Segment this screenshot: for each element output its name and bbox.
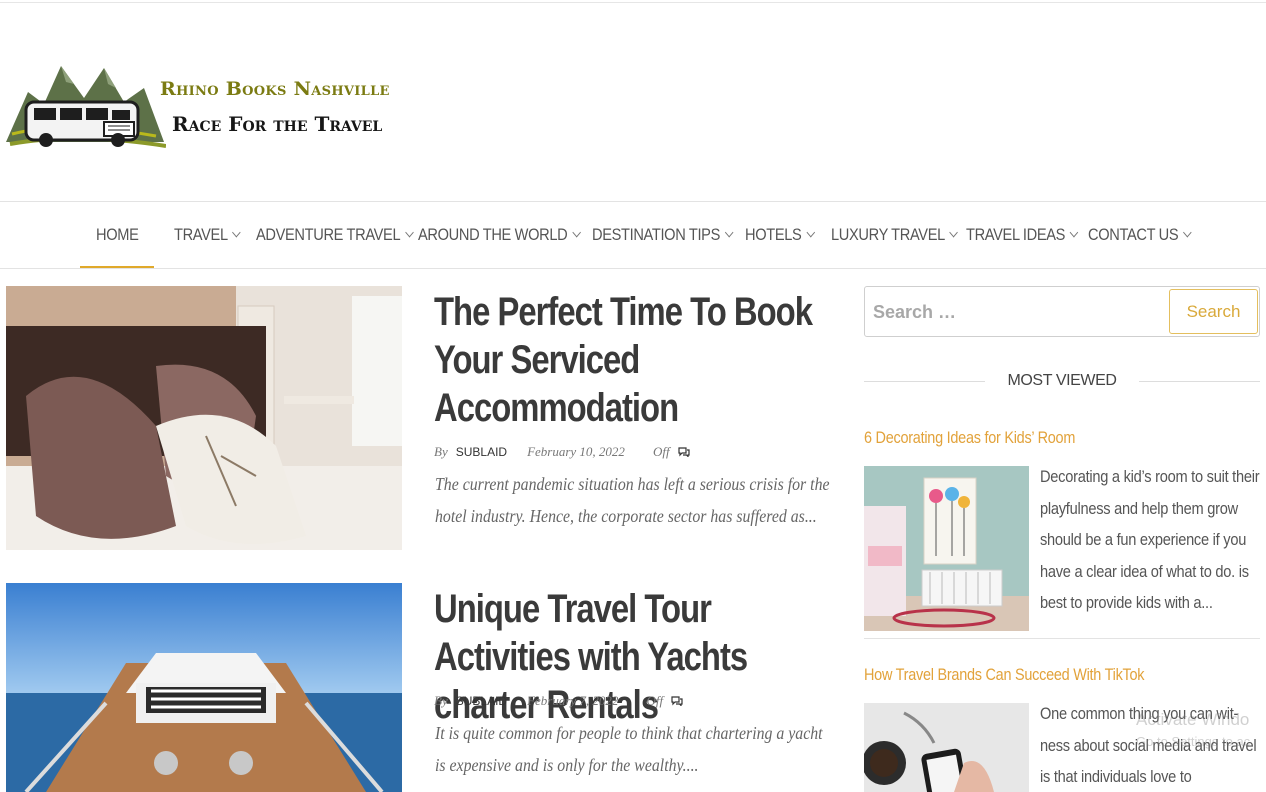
nav-item-hotels[interactable]: HOTELS [745,202,815,268]
nav-item-home-label: HOME [96,225,139,244]
nav-item-travel-ideas-label: TRAVEL IDEAS [966,225,1066,244]
nav-item-destination-tips[interactable]: DESTINATION TIPS [592,202,734,268]
chevron-down-icon [232,227,242,238]
os-activation-watermark: Activate Windo [1136,710,1250,729]
nav-item-travel-ideas[interactable]: TRAVEL IDEAS [966,202,1079,268]
post-2-author-link[interactable]: SUBLAID [456,694,507,708]
most-viewed-item-2-title[interactable]: How Travel Brands Can Succeed With TikTo… [864,665,1145,685]
chevron-down-icon [1183,227,1192,238]
nav-item-destination-tips-label: DESTINATION TIPS [592,225,720,244]
top-divider [0,2,1266,3]
nav-item-luxury-travel[interactable]: LUXURY TRAVEL [831,202,959,268]
nav-item-adventure-travel-label: ADVENTURE TRAVEL [256,225,401,244]
os-activation-watermark-subtext: Go to Settings to ac [1136,734,1251,749]
comments-icon [671,696,683,706]
comments-icon [677,447,690,457]
post-1-comments-status: Off [652,444,670,459]
yacht-photo [6,583,402,792]
nav-item-hotels-label: HOTELS [745,225,802,244]
site-title-line2: Race For the Travel [172,112,383,136]
post-2-thumbnail[interactable] [6,583,402,792]
post-1-excerpt: The current pandemic situation has left … [435,474,830,526]
kids-room-photo [864,466,1029,631]
bedroom-photo [6,286,402,550]
site-logo[interactable]: Rhino Books Nashville Race For the Trave… [6,62,446,150]
chevron-down-icon [724,227,734,238]
chevron-down-icon [572,227,581,238]
post-1-date: February 10, 2022 [527,444,625,459]
main-navigation: HOME TRAVEL ADVENTURE TRAVEL AROUND THE … [0,201,1266,269]
post-2-comments-status: Off [646,693,664,708]
logo-mountain-limo-icon [6,66,166,148]
most-viewed-item-1-excerpt: Decorating a kid’s room to suit their pl… [1040,467,1260,613]
nav-active-indicator [80,266,154,268]
most-viewed-title: MOST VIEWED [1007,372,1117,389]
most-viewed-separator [864,638,1260,639]
phone-coffee-photo [864,703,1029,792]
nav-item-around-the-world[interactable]: AROUND THE WORLD [418,202,581,268]
chevron-down-icon [1069,227,1079,238]
heading-rule-left [864,380,986,382]
post-1-meta: By SUBLAID February 10, 2022 Off [434,444,690,460]
heading-rule-right [1138,380,1260,382]
nav-item-home[interactable]: HOME [96,202,139,268]
post-2-date: February 7, 2022 [527,693,619,708]
search-button[interactable]: Search [1169,289,1258,334]
nav-item-travel[interactable]: TRAVEL [174,202,242,268]
post-1-author-link[interactable]: SUBLAID [456,445,507,459]
nav-item-adventure-travel[interactable]: ADVENTURE TRAVEL [256,202,414,268]
most-viewed-item-2-thumbnail[interactable] [864,703,1029,792]
most-viewed-item-1-title[interactable]: 6 Decorating Ideas for Kids’ Room [864,428,1075,448]
most-viewed-item-1-thumbnail[interactable] [864,466,1029,631]
search-input[interactable] [873,297,1153,327]
nav-item-luxury-travel-label: LUXURY TRAVEL [831,225,945,244]
chevron-down-icon [405,227,414,238]
nav-item-contact-us[interactable]: CONTACT US [1088,202,1192,268]
post-2-meta: By SUBLAID February 7, 2022 Off [434,693,683,709]
site-title-line1: Rhino Books Nashville [160,78,390,100]
nav-item-travel-label: TRAVEL [174,225,228,244]
search-form: Search [864,286,1260,337]
post-2-by-label: By [434,693,448,708]
post-1-thumbnail[interactable] [6,286,402,550]
nav-item-contact-us-label: CONTACT US [1088,225,1179,244]
post-1-title[interactable]: The Perfect Time To Book Your Serviced A… [434,288,828,432]
post-2-excerpt: It is quite common for people to think t… [435,723,823,775]
chevron-down-icon [806,227,815,238]
post-1-by-label: By [434,444,448,459]
nav-item-around-the-world-label: AROUND THE WORLD [418,225,568,244]
chevron-down-icon [949,227,959,238]
most-viewed-heading: MOST VIEWED [864,370,1260,392]
